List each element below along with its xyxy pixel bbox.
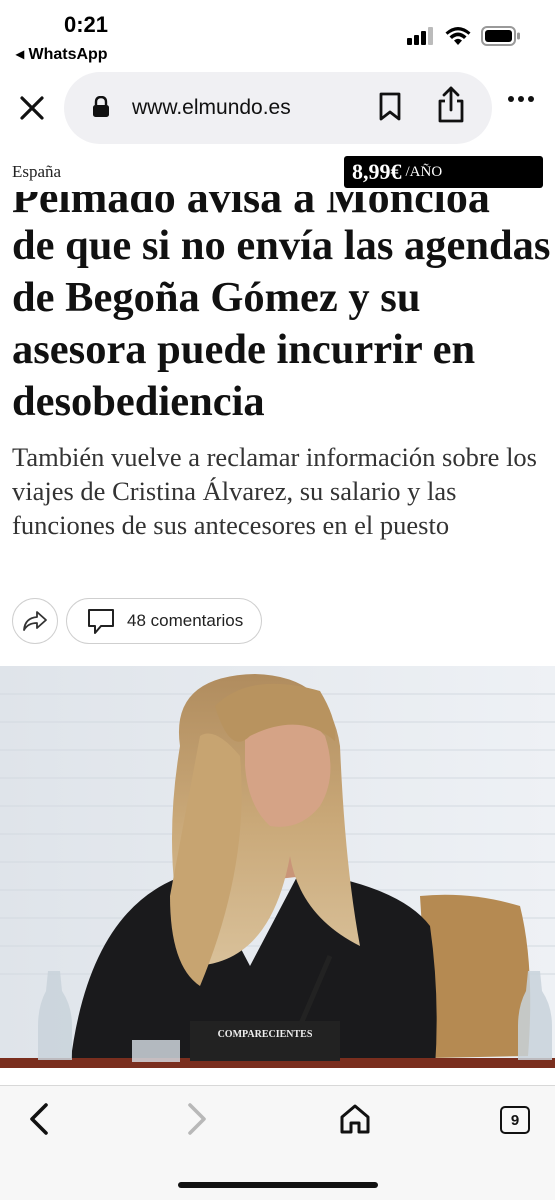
lock-icon [93,96,109,117]
comments-count-label: 48 comentarios [127,611,244,630]
browser-address-bar: www.elmundo.es [0,70,555,150]
more-dot-icon [518,96,524,102]
share-article-button[interactable] [12,598,58,644]
url-field[interactable]: www.elmundo.es [64,72,492,144]
status-icons [407,26,521,46]
url-text: www.elmundo.es [132,96,291,119]
comment-bubble-icon [88,609,114,634]
cellular-signal-icon [407,27,433,45]
comments-button[interactable]: 48 comentarios [66,598,263,644]
article-photo[interactable]: COMPARECIENTES [0,666,555,1068]
site-header: España 8,99€ /AÑO [0,152,555,192]
share-icon[interactable] [436,86,466,124]
more-dot-icon [528,96,534,102]
back-to-app-link[interactable]: ◂ WhatsApp [16,44,108,64]
battery-icon [481,26,520,46]
more-options-button[interactable] [508,96,534,102]
promo-price: 8,99€ [352,159,402,184]
promo-period: /AÑO [405,163,443,180]
photo-illustration: COMPARECIENTES [0,666,555,1068]
home-icon[interactable] [338,1102,372,1136]
subscription-promo-badge[interactable]: 8,99€ /AÑO [344,156,543,188]
bookmark-icon[interactable] [378,92,402,122]
more-dot-icon [508,96,514,102]
home-indicator[interactable] [178,1182,378,1188]
placard-text: COMPARECIENTES [218,1029,313,1040]
article-actions: 48 comentarios [12,598,263,644]
status-time: 0:21 [64,12,109,37]
close-browser-button[interactable] [14,90,50,126]
headline-container: Pelmado avisa a Moncloa de que si no env… [0,172,555,428]
article-subheadline: También vuelve a reclamar información so… [12,442,537,540]
forward-arrow-icon [23,611,47,631]
article-headline: de que si no envía las agendas de Begoña… [12,222,551,425]
status-bar: 0:21 ◂ WhatsApp [0,0,555,70]
close-icon [20,96,44,120]
tabs-count-button[interactable]: 9 [500,1106,530,1134]
back-chevron-icon[interactable] [26,1102,52,1136]
section-label[interactable]: España [12,162,61,182]
forward-chevron-icon[interactable] [184,1102,210,1136]
wifi-icon [445,27,471,45]
